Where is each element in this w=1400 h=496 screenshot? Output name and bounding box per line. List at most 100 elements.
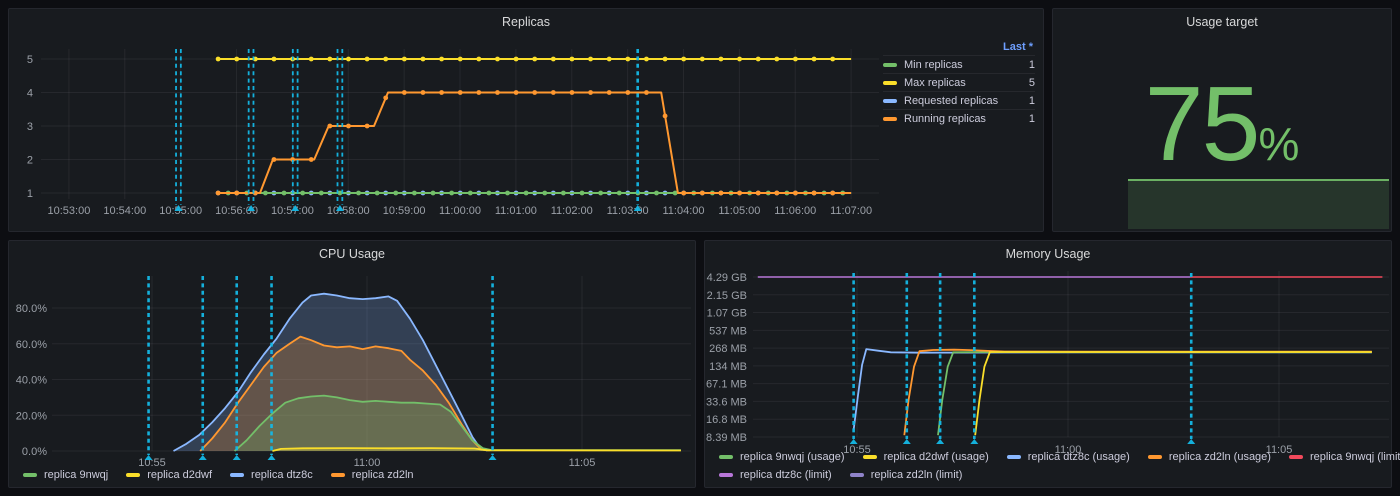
- legend-item[interactable]: replica d2dwf (usage): [863, 451, 989, 463]
- series-color-swatch-icon: [850, 473, 864, 477]
- series-label[interactable]: replica dtz8c: [251, 469, 313, 481]
- svg-text:10:58:00: 10:58:00: [327, 205, 370, 217]
- svg-text:11:03:00: 11:03:00: [607, 205, 649, 217]
- usage-target-unit: %: [1259, 118, 1300, 170]
- svg-text:11:05: 11:05: [569, 457, 596, 469]
- legend-item[interactable]: replica dtz8c (usage): [1007, 451, 1130, 463]
- svg-text:4: 4: [27, 88, 33, 100]
- series-color-swatch-icon: [883, 99, 897, 103]
- replicas-legend-item[interactable]: Max replicas5: [883, 73, 1035, 91]
- usage-target-gauge: 75%: [1053, 35, 1391, 231]
- series-label[interactable]: replica 9nwqj: [44, 469, 108, 481]
- svg-text:5: 5: [27, 54, 33, 66]
- panel-replicas: Replicas 1234510:53:0010:54:0010:55:0010…: [8, 8, 1044, 232]
- series-color-swatch-icon: [230, 473, 244, 477]
- series-last-value: 5: [1029, 77, 1035, 89]
- series-last-value: 1: [1029, 95, 1035, 107]
- memory-legend-row-1: replica 9nwqj (usage) replica d2dwf (usag…: [719, 451, 1400, 463]
- series-label[interactable]: replica dtz8c (usage): [1028, 451, 1130, 463]
- series-color-swatch-icon: [23, 473, 37, 477]
- svg-text:33.6 MB: 33.6 MB: [706, 396, 747, 408]
- annotation-flag-icon: [970, 439, 978, 444]
- series-last-value: 1: [1029, 113, 1035, 125]
- replicas-legend-item[interactable]: Running replicas1: [883, 109, 1035, 127]
- series-label[interactable]: replica zd2ln: [352, 469, 414, 481]
- series-label[interactable]: replica 9nwqj (usage): [740, 451, 845, 463]
- svg-text:0.0%: 0.0%: [22, 446, 47, 458]
- svg-text:10:59:00: 10:59:00: [383, 205, 426, 217]
- legend-item[interactable]: replica 9nwqj (usage): [719, 451, 845, 463]
- svg-text:11:02:00: 11:02:00: [551, 205, 593, 217]
- series-label[interactable]: Min replicas: [904, 59, 1029, 71]
- legend-item[interactable]: replica 9nwqj (limit): [1289, 451, 1400, 463]
- svg-text:80.0%: 80.0%: [16, 303, 47, 315]
- series-color-swatch-icon: [1148, 455, 1162, 459]
- cpu-usage-chart[interactable]: 0.0%20.0%40.0%60.0%80.0%10:5511:0011:05: [9, 263, 695, 471]
- series-color-swatch-icon: [883, 117, 897, 121]
- replicas-legend-item[interactable]: Min replicas1: [883, 55, 1035, 73]
- series-label[interactable]: replica d2dwf (usage): [884, 451, 989, 463]
- annotation-flag-icon: [936, 439, 944, 444]
- series-label[interactable]: replica dtz8c (limit): [740, 469, 832, 481]
- legend-item[interactable]: replica dtz8c (limit): [719, 469, 832, 481]
- legend-item[interactable]: replica d2dwf: [126, 469, 212, 481]
- legend-item[interactable]: replica zd2ln (limit): [850, 469, 963, 481]
- svg-text:10:55: 10:55: [138, 457, 166, 469]
- series-color-swatch-icon: [883, 81, 897, 85]
- legend-item[interactable]: replica zd2ln (usage): [1148, 451, 1271, 463]
- series-lines: [174, 294, 681, 451]
- svg-text:16.8 MB: 16.8 MB: [706, 414, 747, 426]
- series-label[interactable]: Requested replicas: [904, 95, 1029, 107]
- svg-text:11:07:00: 11:07:00: [830, 205, 872, 217]
- grid-lines: [41, 49, 879, 199]
- series-color-swatch-icon: [331, 473, 345, 477]
- annotation-markers: [850, 273, 1196, 444]
- series-color-swatch-icon: [883, 63, 897, 67]
- usage-target-value: 75%: [1053, 71, 1391, 177]
- svg-text:8.39 MB: 8.39 MB: [706, 432, 747, 444]
- series-color-swatch-icon: [719, 473, 733, 477]
- replicas-legend-last-header[interactable]: Last *: [883, 41, 1035, 55]
- grid-lines: [753, 271, 1389, 437]
- annotation-flag-icon: [233, 455, 241, 460]
- grafana-dashboard: { "colors": { "green": "#73BF69", "yello…: [0, 0, 1400, 496]
- annotation-flag-icon: [850, 439, 858, 444]
- memory-legend-row-2: replica dtz8c (limit) replica zd2ln (limi…: [719, 469, 962, 481]
- svg-text:2.15 GB: 2.15 GB: [707, 290, 747, 302]
- series-label[interactable]: replica d2dwf: [147, 469, 212, 481]
- series-label[interactable]: Max replicas: [904, 77, 1029, 89]
- series-color-swatch-icon: [719, 455, 733, 459]
- cpu-legend: replica 9nwqj replica d2dwf replica dtz8c r…: [23, 469, 414, 481]
- annotation-flag-icon: [199, 455, 207, 460]
- memory-usage-chart[interactable]: 8.39 MB16.8 MB33.6 MB67.1 MB134 MB268 MB…: [705, 263, 1391, 459]
- annotation-flag-icon: [903, 439, 911, 444]
- series-label[interactable]: replica 9nwqj (limit): [1310, 451, 1400, 463]
- svg-text:11:01:00: 11:01:00: [495, 205, 537, 217]
- legend-item[interactable]: replica zd2ln: [331, 469, 414, 481]
- svg-text:537 MB: 537 MB: [709, 325, 747, 337]
- legend-item[interactable]: replica 9nwqj: [23, 469, 108, 481]
- svg-text:60.0%: 60.0%: [16, 339, 47, 351]
- series-label[interactable]: Running replicas: [904, 113, 1029, 125]
- svg-text:1: 1: [27, 188, 33, 200]
- svg-text:11:05:00: 11:05:00: [718, 205, 760, 217]
- svg-text:20.0%: 20.0%: [16, 410, 47, 422]
- svg-text:11:00:00: 11:00:00: [439, 205, 481, 217]
- series-label[interactable]: replica zd2ln (usage): [1169, 451, 1271, 463]
- series-color-swatch-icon: [863, 455, 877, 459]
- series-color-swatch-icon: [126, 473, 140, 477]
- series-color-swatch-icon: [1289, 455, 1303, 459]
- series-label[interactable]: replica zd2ln (limit): [871, 469, 963, 481]
- svg-text:10:54:00: 10:54:00: [103, 205, 146, 217]
- panel-replicas-title[interactable]: Replicas: [9, 9, 1043, 35]
- series-last-value: 1: [1029, 59, 1035, 71]
- panel-memory-usage: Memory Usage 8.39 MB16.8 MB33.6 MB67.1 M…: [704, 240, 1392, 488]
- panel-usage-target-title[interactable]: Usage target: [1053, 9, 1391, 35]
- legend-item[interactable]: replica dtz8c: [230, 469, 313, 481]
- usage-target-number: 75: [1145, 65, 1259, 183]
- replicas-legend-item[interactable]: Requested replicas1: [883, 91, 1035, 109]
- svg-text:11:06:00: 11:06:00: [774, 205, 816, 217]
- panel-cpu-usage: CPU Usage 0.0%20.0%40.0%60.0%80.0%10:551…: [8, 240, 696, 488]
- svg-text:11:00: 11:00: [354, 457, 381, 469]
- svg-text:3: 3: [27, 121, 33, 133]
